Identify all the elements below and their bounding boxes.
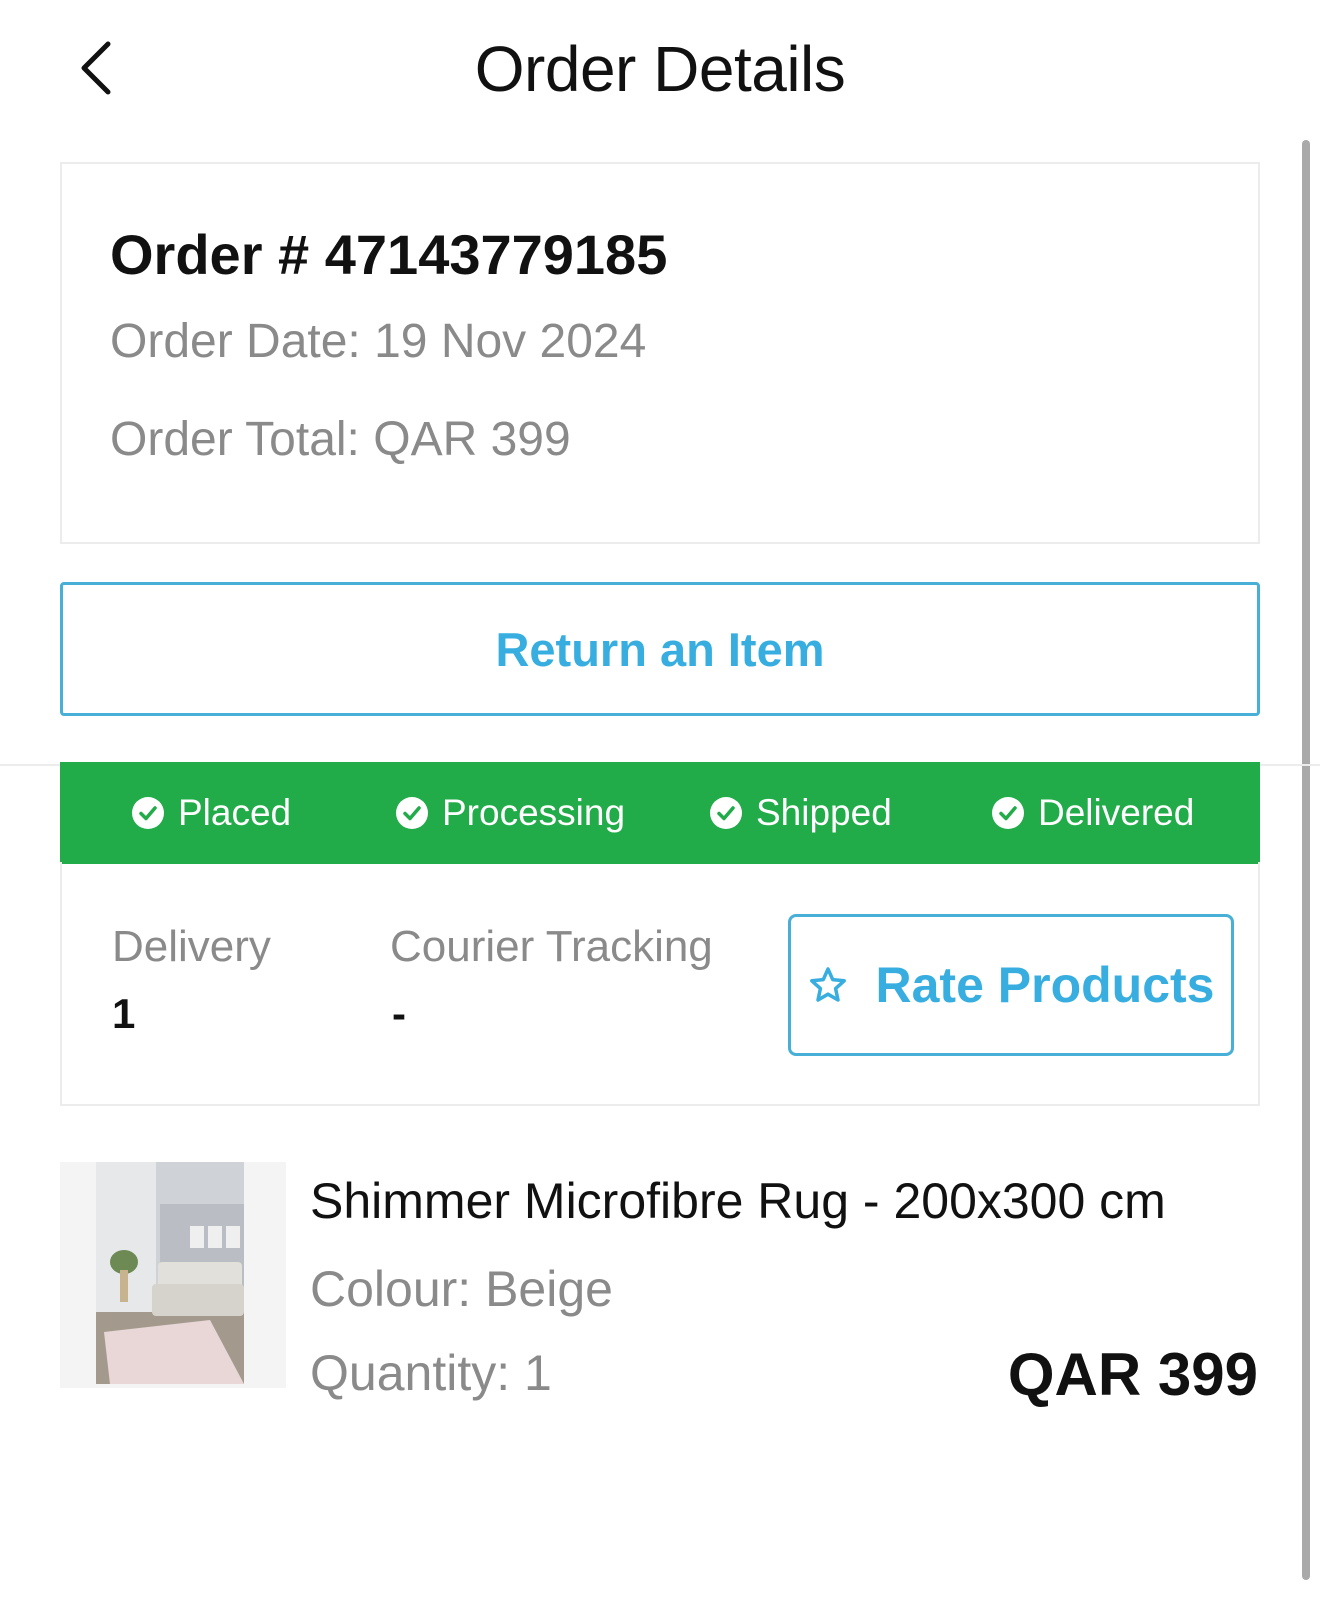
status-step-placed: Placed xyxy=(132,762,291,864)
status-step-delivered: Delivered xyxy=(992,762,1194,864)
status-step-label: Processing xyxy=(442,792,626,833)
product-photo-rug xyxy=(60,1162,286,1388)
check-circle-icon xyxy=(992,797,1024,829)
order-total: Order Total: QAR 399 xyxy=(110,413,571,466)
delivery-card: Delivery 1 Courier Tracking - Rate Produ… xyxy=(60,862,1260,1106)
status-step-shipped: Shipped xyxy=(710,762,892,864)
product-image[interactable] xyxy=(60,1162,286,1388)
delivery-label: Delivery xyxy=(112,922,271,971)
courier-tracking-label: Courier Tracking xyxy=(390,922,713,971)
status-step-label: Delivered xyxy=(1038,792,1195,833)
check-circle-icon xyxy=(396,797,428,829)
rate-products-label: Rate Products xyxy=(875,957,1215,1013)
delivery-value: 1 xyxy=(112,990,136,1037)
order-number: Order # 47143779185 xyxy=(110,223,668,286)
product-quantity: Quantity: 1 xyxy=(310,1345,552,1401)
status-step-label: Shipped xyxy=(756,792,892,833)
check-circle-icon xyxy=(132,797,164,829)
star-outline-icon xyxy=(809,967,846,1002)
product-price: QAR 399 xyxy=(1007,1341,1258,1408)
status-step-label: Placed xyxy=(178,792,292,833)
scrollbar[interactable] xyxy=(1302,140,1310,1580)
rate-products-button[interactable]: Rate Products xyxy=(788,914,1234,1056)
order-date: Order Date: 19 Nov 2024 xyxy=(110,315,647,368)
page-title: Order Details xyxy=(474,33,846,105)
header: Order Details xyxy=(0,0,1320,140)
product-name[interactable]: Shimmer Microfibre Rug - 200x300 cm xyxy=(310,1172,1166,1230)
product-colour: Colour: Beige xyxy=(310,1261,613,1317)
check-circle-icon xyxy=(710,797,742,829)
return-item-button[interactable]: Return an Item xyxy=(60,582,1260,716)
order-status-bar: Placed Processing Shipped Delivered xyxy=(60,762,1260,864)
status-step-processing: Processing xyxy=(396,762,625,864)
courier-tracking-value: - xyxy=(392,990,406,1037)
order-summary-card: Order # 47143779185 Order Date: 19 Nov 2… xyxy=(60,162,1260,544)
